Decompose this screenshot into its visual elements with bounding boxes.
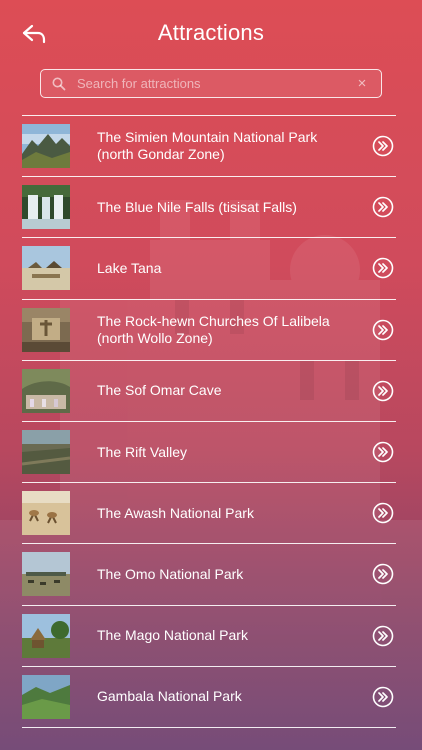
chevron-right-circle-icon[interactable] xyxy=(372,625,394,647)
list-item[interactable]: The Rock-hewn Churches Of Lalibela (nort… xyxy=(22,300,396,361)
chevron-right-circle-icon[interactable] xyxy=(372,563,394,585)
attraction-name: Gambala National Park xyxy=(97,688,242,705)
attraction-name: The Sof Omar Cave xyxy=(97,382,222,399)
attraction-name: The Rock-hewn Churches Of Lalibela (nort… xyxy=(97,312,330,346)
valley-thumbnail xyxy=(22,430,70,475)
search-icon xyxy=(51,76,67,92)
attraction-name: The Mago National Park xyxy=(97,627,248,644)
attractions-list: The Simien Mountain National Park (north… xyxy=(22,115,396,728)
chevron-right-circle-icon[interactable] xyxy=(372,380,394,402)
list-item[interactable]: The Sof Omar Cave xyxy=(22,361,396,422)
hills-thumbnail xyxy=(22,674,70,719)
attraction-name: The Omo National Park xyxy=(97,565,244,582)
list-item[interactable]: The Blue Nile Falls (tisisat Falls) xyxy=(22,177,396,239)
attraction-name: The Awash National Park xyxy=(97,504,254,521)
mountain-thumbnail xyxy=(22,124,70,169)
list-item[interactable]: The Omo National Park xyxy=(22,544,396,606)
list-item[interactable]: The Simien Mountain National Park (north… xyxy=(22,116,396,178)
savanna-thumbnail xyxy=(22,491,70,536)
plains-thumbnail xyxy=(22,552,70,597)
chevron-right-circle-icon[interactable] xyxy=(372,196,394,218)
lake-thumbnail xyxy=(22,246,70,291)
chevron-right-circle-icon[interactable] xyxy=(372,502,394,524)
chevron-right-circle-icon[interactable] xyxy=(372,319,394,341)
rock-church-thumbnail xyxy=(22,307,70,352)
cave-thumbnail xyxy=(22,368,70,413)
list-item[interactable]: The Rift Valley xyxy=(22,422,396,484)
waterfall-thumbnail xyxy=(22,185,70,230)
chevron-right-circle-icon[interactable] xyxy=(372,257,394,279)
attraction-name: The Rift Valley xyxy=(97,443,187,460)
list-item[interactable]: Lake Tana xyxy=(22,238,396,300)
search-bar[interactable]: × xyxy=(40,69,382,98)
chevron-right-circle-icon[interactable] xyxy=(372,135,394,157)
clear-search-icon[interactable]: × xyxy=(355,76,369,91)
list-item[interactable]: Gambala National Park xyxy=(22,667,396,728)
navigation-bar: Attractions xyxy=(0,0,422,66)
list-item[interactable]: The Awash National Park xyxy=(22,483,396,545)
attraction-name: The Blue Nile Falls (tisisat Falls) xyxy=(97,198,297,215)
attraction-name: The Simien Mountain National Park (north… xyxy=(97,129,318,163)
huts-thumbnail xyxy=(22,613,70,658)
chevron-right-circle-icon[interactable] xyxy=(372,441,394,463)
page-title: Attractions xyxy=(157,20,265,45)
search-input[interactable] xyxy=(77,76,355,91)
list-item[interactable]: The Mago National Park xyxy=(22,606,396,667)
attraction-name: Lake Tana xyxy=(97,259,162,276)
chevron-right-circle-icon[interactable] xyxy=(372,686,394,708)
